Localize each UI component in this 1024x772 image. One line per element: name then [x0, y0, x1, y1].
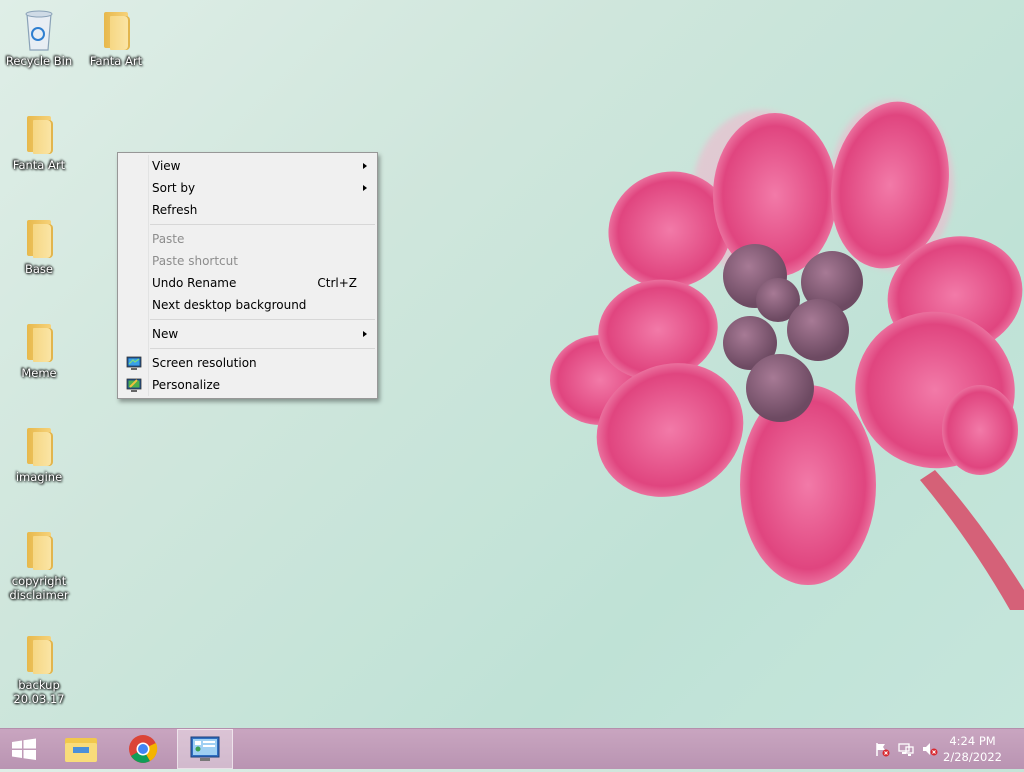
menu-item-label: Paste: [152, 232, 185, 246]
menu-item-label: Sort by: [152, 181, 196, 195]
desktop-icon-folder[interactable]: Fanta Art: [2, 110, 76, 172]
menu-item-label: Refresh: [152, 203, 198, 217]
desktop-icon-label: Fanta Art: [12, 158, 66, 172]
desktop-icon-label: Base: [24, 262, 53, 276]
windows-start-icon: [12, 738, 36, 760]
submenu-arrow-icon: [363, 331, 367, 337]
desktop-icon-folder[interactable]: Meme: [2, 318, 76, 380]
monitor-icon: [126, 356, 142, 370]
folder-icon: [19, 110, 59, 156]
desktop-icon-recycle-bin[interactable]: Recycle Bin: [2, 6, 76, 68]
menu-item-paste[interactable]: Paste: [120, 228, 375, 250]
personalize-icon: [126, 378, 142, 392]
desktop-icon-label: Meme: [21, 366, 57, 380]
folder-icon: [19, 526, 59, 572]
menu-item-label: Paste shortcut: [152, 254, 238, 268]
desktop-icon-label: backup 20.03.17: [13, 678, 65, 706]
taskbar-chrome[interactable]: [115, 729, 171, 769]
menu-separator: [150, 319, 375, 320]
menu-separator: [150, 224, 375, 225]
desktop-icon-folder[interactable]: imagine: [2, 422, 76, 484]
menu-item-next-desktop-background[interactable]: Next desktop background: [120, 294, 375, 316]
wallpaper-flower: [550, 100, 1024, 610]
menu-item-label: View: [152, 159, 181, 173]
submenu-arrow-icon: [363, 163, 367, 169]
desktop-icon-folder[interactable]: Fanta Art: [79, 6, 153, 68]
desktop-icon-folder[interactable]: Base: [2, 214, 76, 276]
action-center-flag-icon[interactable]: [874, 741, 890, 757]
submenu-arrow-icon: [363, 185, 367, 191]
clock-time: 4:24 PM: [949, 734, 996, 748]
taskbar-clock[interactable]: 4:24 PM 2/28/2022: [943, 733, 1002, 765]
taskbar: 4:24 PM 2/28/2022: [0, 728, 1024, 769]
menu-item-screen-resolution[interactable]: Screen resolution: [120, 352, 375, 374]
desktop[interactable]: Recycle Bin Fanta Art Fanta Art Base Mem…: [0, 0, 1024, 728]
recycle-bin-icon: [19, 6, 59, 52]
menu-item-label: Next desktop background: [152, 298, 307, 312]
desktop-icon-label: Recycle Bin: [5, 54, 73, 68]
menu-item-new[interactable]: New: [120, 323, 375, 345]
desktop-icon-label: copyright disclaimer: [9, 574, 69, 602]
menu-item-view[interactable]: View: [120, 155, 375, 177]
menu-item-personalize[interactable]: Personalize: [120, 374, 375, 396]
desktop-icon-label: imagine: [15, 470, 63, 484]
desktop-icon-folder[interactable]: copyright disclaimer: [2, 526, 76, 602]
clock-date: 2/28/2022: [943, 750, 1002, 764]
folder-icon: [19, 318, 59, 364]
taskbar-control-panel[interactable]: [177, 729, 233, 769]
volume-muted-icon[interactable]: [922, 741, 938, 757]
menu-item-paste-shortcut[interactable]: Paste shortcut: [120, 250, 375, 272]
menu-separator: [150, 348, 375, 349]
taskbar-file-explorer[interactable]: [53, 729, 109, 769]
control-panel-icon: [190, 736, 220, 761]
desktop-context-menu: View Sort by Refresh Paste Paste shortcu…: [117, 152, 378, 399]
network-icon[interactable]: [898, 741, 914, 757]
menu-item-undo-rename[interactable]: Undo Rename Ctrl+Z: [120, 272, 375, 294]
menu-item-label: Screen resolution: [152, 356, 257, 370]
menu-item-label: New: [152, 327, 179, 341]
desktop-icon-label: Fanta Art: [89, 54, 143, 68]
start-button[interactable]: [0, 729, 48, 769]
folder-icon: [19, 214, 59, 260]
menu-item-sort-by[interactable]: Sort by: [120, 177, 375, 199]
file-explorer-icon: [65, 738, 97, 762]
menu-item-label: Personalize: [152, 378, 221, 392]
menu-item-shortcut: Ctrl+Z: [317, 276, 357, 290]
chrome-icon: [129, 735, 158, 763]
menu-item-refresh[interactable]: Refresh: [120, 199, 375, 221]
desktop-icon-folder[interactable]: backup 20.03.17: [2, 630, 76, 706]
folder-icon: [96, 6, 136, 52]
menu-item-label: Undo Rename: [152, 276, 237, 290]
folder-icon: [19, 630, 59, 676]
folder-icon: [19, 422, 59, 468]
